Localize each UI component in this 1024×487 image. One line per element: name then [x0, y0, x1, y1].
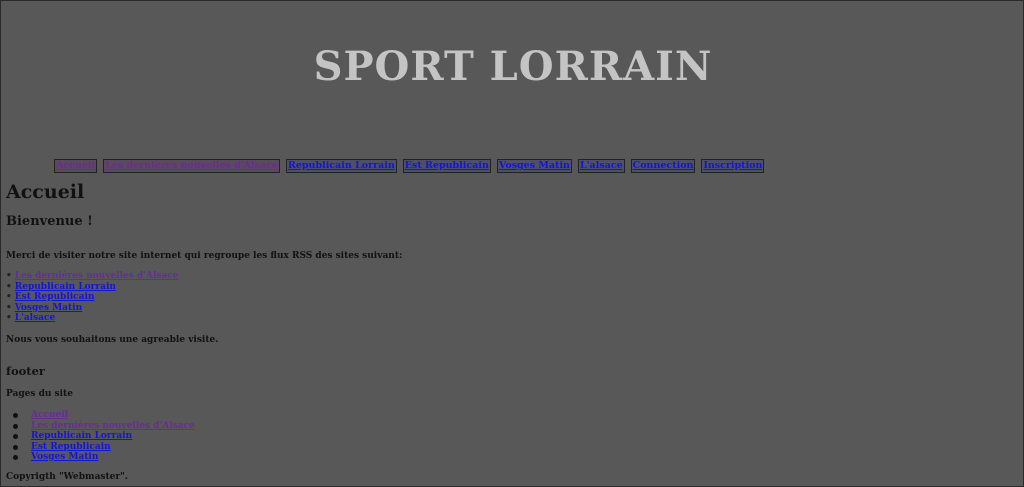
list-item: • Vosges Matin [6, 303, 179, 314]
bullet-icon: • [6, 313, 12, 323]
list-item: • L'alsace [6, 313, 179, 324]
list-item: Est Republicain [13, 442, 195, 453]
feed-link-est-republicain[interactable]: Est Republicain [15, 292, 95, 302]
footer-title: footer [6, 364, 45, 378]
footer-link-republicain-lorrain[interactable]: Republicain Lorrain [31, 431, 132, 441]
main-nav: Accueil Les dernières nouvelles d'Alsace… [54, 159, 765, 173]
list-item: • Republicain Lorrain [6, 282, 179, 293]
nav-item-dernieres-nouvelles-alsace[interactable]: Les dernières nouvelles d'Alsace [103, 159, 280, 173]
list-item: Accueil [13, 410, 195, 421]
nav-item-republicain-lorrain[interactable]: Republicain Lorrain [285, 159, 397, 173]
nav-item-inscription[interactable]: Inscription [701, 159, 765, 173]
welcome-heading: Bienvenue ! [6, 214, 93, 229]
list-item: Vosges Matin [13, 452, 195, 463]
copyright-text: Copyrigth "Webmaster". [6, 472, 128, 482]
footer-subtitle: Pages du site [6, 389, 73, 399]
bullet-icon: • [6, 302, 12, 313]
intro-text: Merci de visiter notre site internet qui… [6, 251, 403, 261]
bullet-icon: • [6, 271, 12, 281]
site-title: SPORT LORRAIN [313, 43, 713, 90]
footer-link-est-republicain[interactable]: Est Republicain [31, 442, 111, 452]
footer-links: Accueil Les dernières nouvelles d'Alsace… [13, 410, 195, 463]
list-item: • Les dernières nouvelles d'Alsace [6, 271, 179, 282]
footer-link-vosges-matin[interactable]: Vosges Matin [31, 452, 98, 462]
feed-link-vosges-matin[interactable]: Vosges Matin [15, 303, 82, 313]
list-item: Republicain Lorrain [13, 431, 195, 442]
nav-item-est-republicain[interactable]: Est Republicain [402, 159, 491, 173]
nav-item-lalsace[interactable]: L'alsace [577, 159, 625, 173]
feed-link-dernieres-nouvelles-alsace[interactable]: Les dernières nouvelles d'Alsace [15, 271, 179, 281]
feed-list: • Les dernières nouvelles d'Alsace • Repub… [6, 271, 179, 324]
nav-item-vosges-matin[interactable]: Vosges Matin [496, 159, 572, 173]
footer-link-dernieres-nouvelles-alsace[interactable]: Les dernières nouvelles d'Alsace [31, 421, 195, 431]
feed-link-republicain-lorrain[interactable]: Republicain Lorrain [15, 282, 116, 292]
bullet-icon: • [6, 292, 12, 302]
bullet-icon: • [6, 281, 12, 292]
nav-item-accueil[interactable]: Accueil [54, 159, 98, 173]
list-item: • Est Republicain [6, 292, 179, 303]
footer-link-accueil[interactable]: Accueil [31, 410, 68, 420]
closing-text: Nous vous souhaitons une agreable visite… [6, 335, 219, 345]
feed-link-lalsace[interactable]: L'alsace [15, 313, 55, 323]
list-item: Les dernières nouvelles d'Alsace [13, 421, 195, 432]
page-heading: Accueil [6, 181, 85, 203]
nav-item-connection[interactable]: Connection [630, 159, 696, 173]
